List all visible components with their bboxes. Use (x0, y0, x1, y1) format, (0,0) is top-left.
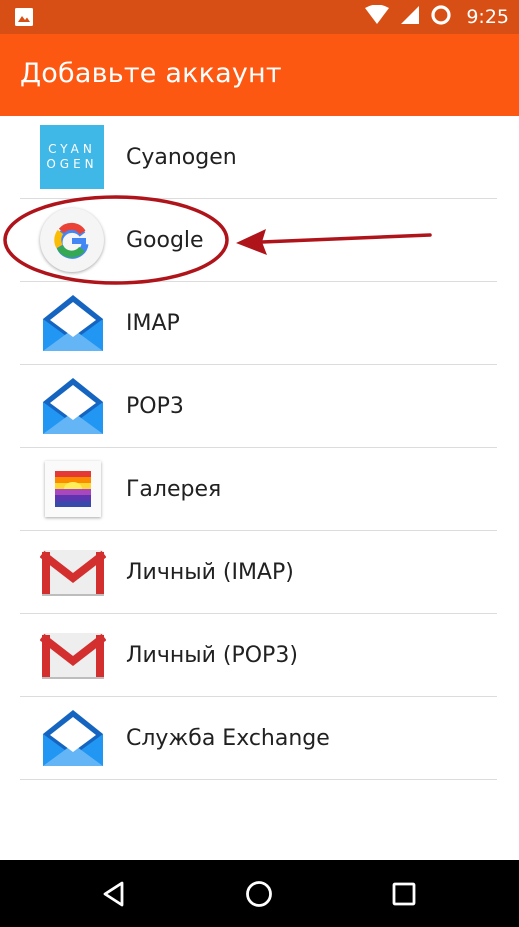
email-icon (40, 291, 106, 357)
account-item-personal-pop3[interactable]: Личный (POP3) (0, 614, 519, 697)
recents-icon[interactable] (384, 874, 424, 914)
cyanogen-icon: CYAN OGEN (40, 125, 106, 191)
email-icon (40, 374, 106, 440)
account-item-exchange[interactable]: Служба Exchange (0, 697, 519, 780)
wifi-icon (364, 4, 390, 29)
signal-icon (400, 5, 420, 29)
account-item-personal-imap[interactable]: Личный (IMAP) (0, 531, 519, 614)
gallery-icon (40, 457, 106, 523)
cyanogen-logo-line-1: CYAN (48, 142, 96, 156)
home-icon[interactable] (239, 874, 279, 914)
divider (20, 779, 497, 780)
account-label: Cyanogen (126, 145, 237, 170)
email-icon (40, 706, 106, 772)
account-list: CYAN OGEN Cyanogen Google IMAP POP3 Гале… (0, 116, 519, 780)
image-notification-icon (14, 7, 34, 31)
account-label: Галерея (126, 477, 222, 502)
account-label: Личный (IMAP) (126, 560, 294, 585)
account-label: Google (126, 228, 204, 253)
gmail-icon (39, 623, 107, 689)
account-label: IMAP (126, 311, 180, 336)
google-icon (40, 208, 106, 274)
sync-icon (430, 4, 452, 30)
account-item-gallery[interactable]: Галерея (0, 448, 519, 531)
back-icon[interactable] (94, 874, 134, 914)
cyanogen-logo-line-2: OGEN (46, 157, 98, 171)
account-item-google[interactable]: Google (0, 199, 519, 282)
status-time: 9:25 (466, 6, 509, 28)
account-label: Личный (POP3) (126, 643, 298, 668)
status-bar: 9:25 (0, 0, 519, 34)
app-bar: Добавьте аккаунт (0, 34, 519, 116)
navigation-bar (0, 860, 519, 927)
status-icons: 9:25 (364, 0, 509, 34)
gmail-icon (39, 540, 107, 606)
account-item-imap[interactable]: IMAP (0, 282, 519, 365)
account-item-pop3[interactable]: POP3 (0, 365, 519, 448)
page-title: Добавьте аккаунт (20, 58, 282, 89)
account-label: POP3 (126, 394, 184, 419)
account-label: Служба Exchange (126, 726, 330, 751)
account-item-cyanogen[interactable]: CYAN OGEN Cyanogen (0, 116, 519, 199)
